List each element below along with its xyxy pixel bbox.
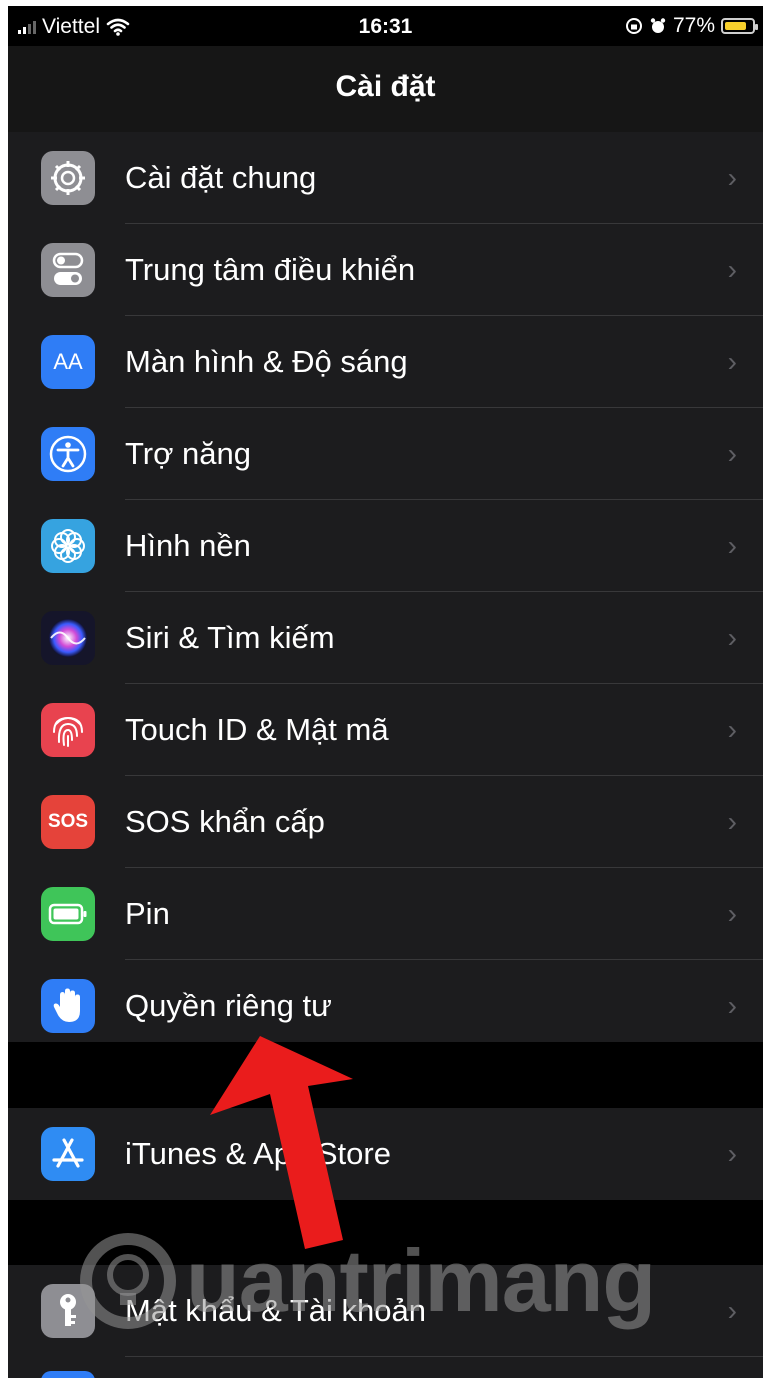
battery-icon [721, 18, 758, 34]
chevron-right-icon: › [727, 898, 737, 929]
settings-row-accessibility[interactable]: Trợ năng › [8, 408, 763, 500]
status-bar: Viettel 16:31 77% [8, 6, 763, 46]
settings-row-itunes-app-store[interactable]: iTunes & App Store › [8, 1108, 763, 1200]
sos-icon: SOS [41, 795, 95, 849]
settings-row-control-center[interactable]: Trung tâm điều khiển › [8, 224, 763, 316]
accessibility-icon [41, 427, 95, 481]
wallpaper-flower-icon [41, 519, 95, 573]
row-label: Trợ năng [125, 436, 252, 471]
settings-group-store: iTunes & App Store › [8, 1108, 763, 1200]
chevron-right-icon: › [727, 714, 737, 745]
row-label: SOS khẩn cấp [125, 804, 325, 839]
row-label: Màn hình & Độ sáng [125, 344, 408, 379]
settings-group-accounts: Mật khẩu & Tài khoản › [8, 1265, 763, 1378]
navigation-bar: Cài đặt [8, 46, 763, 133]
row-label: Siri & Tìm kiếm [125, 620, 335, 655]
chevron-right-icon: › [727, 346, 737, 377]
phone-screen: Viettel 16:31 77% Cài đặt Cài đặt chung … [8, 6, 763, 1378]
settings-row-wallpaper[interactable]: Hình nền › [8, 500, 763, 592]
row-label: Hình nền [125, 528, 251, 563]
settings-row-passwords[interactable]: Mật khẩu & Tài khoản › [8, 1265, 763, 1357]
chevron-right-icon: › [727, 806, 737, 837]
row-label: iTunes & App Store [125, 1136, 391, 1171]
chevron-right-icon: › [727, 254, 737, 285]
toggles-icon [41, 243, 95, 297]
settings-row-privacy[interactable]: Quyền riêng tư › [8, 960, 763, 1052]
hand-icon [41, 979, 95, 1033]
row-label: Touch ID & Mật mã [125, 712, 389, 747]
text-size-icon: AA [41, 335, 95, 389]
settings-row-battery[interactable]: Pin › [8, 868, 763, 960]
settings-row-touch-id[interactable]: Touch ID & Mật mã › [8, 684, 763, 776]
orientation-lock-icon [625, 18, 642, 34]
row-label: Cài đặt chung [125, 160, 317, 195]
settings-row-sos[interactable]: SOS SOS khẩn cấp › [8, 776, 763, 868]
partial-row-icon [41, 1371, 95, 1378]
battery-percent: 77% [672, 14, 715, 37]
row-label: Trung tâm điều khiển [125, 252, 416, 287]
status-right: 77% [625, 14, 758, 38]
chevron-right-icon: › [727, 438, 737, 469]
battery-icon [41, 887, 95, 941]
fingerprint-icon [41, 703, 95, 757]
app-store-icon [41, 1127, 95, 1181]
settings-row-general[interactable]: Cài đặt chung › [8, 132, 763, 224]
row-label: Pin [125, 896, 170, 931]
settings-row-display[interactable]: AA Màn hình & Độ sáng › [8, 316, 763, 408]
chevron-right-icon: › [727, 530, 737, 561]
chevron-right-icon: › [727, 1295, 737, 1326]
gear-icon [41, 151, 95, 205]
key-icon [41, 1284, 95, 1338]
row-label: Mật khẩu & Tài khoản [125, 1293, 426, 1328]
chevron-right-icon: › [727, 162, 737, 193]
row-label: Quyền riêng tư [125, 988, 332, 1023]
chevron-right-icon: › [727, 990, 737, 1021]
siri-icon [41, 611, 95, 665]
settings-row-siri[interactable]: Siri & Tìm kiếm › [8, 592, 763, 684]
alarm-icon [650, 18, 666, 33]
chevron-right-icon: › [727, 1138, 737, 1169]
chevron-right-icon: › [727, 622, 737, 653]
settings-group-main: Cài đặt chung › Trung tâm điều khiển › A… [8, 132, 763, 1042]
page-title: Cài đặt [335, 70, 436, 103]
